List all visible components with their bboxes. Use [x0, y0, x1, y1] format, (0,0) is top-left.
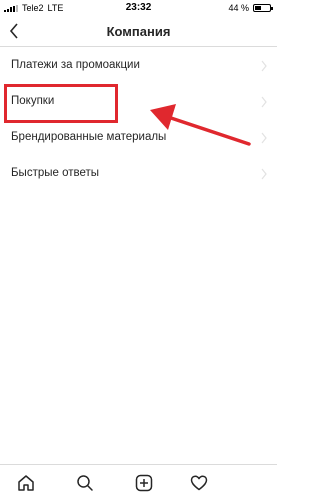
tab-bar	[0, 464, 277, 500]
add-post-icon[interactable]	[132, 471, 156, 495]
chevron-right-icon	[260, 95, 268, 108]
battery-percent: 44 %	[228, 3, 249, 13]
home-icon[interactable]	[14, 471, 38, 495]
chevron-right-icon	[260, 59, 268, 72]
highlight-box	[4, 84, 118, 123]
menu-item-promo-payments[interactable]: Платежи за промоакции	[0, 47, 277, 83]
menu-item-branded-content[interactable]: Брендированные материалы	[0, 119, 277, 155]
menu-item-label: Брендированные материалы	[11, 131, 167, 143]
heart-icon[interactable]	[187, 471, 211, 495]
page-title: Компания	[106, 24, 171, 39]
menu-item-label: Платежи за промоакции	[11, 59, 140, 71]
menu-item-quick-replies[interactable]: Быстрые ответы	[0, 155, 277, 191]
nav-bar: Компания	[0, 16, 277, 47]
search-icon[interactable]	[73, 471, 97, 495]
chevron-right-icon	[260, 167, 268, 180]
chevron-right-icon	[260, 131, 268, 144]
battery-icon	[253, 4, 273, 12]
menu-item-label: Быстрые ответы	[11, 167, 100, 179]
status-bar: Tele2 LTE 23:32 44 %	[0, 0, 277, 16]
